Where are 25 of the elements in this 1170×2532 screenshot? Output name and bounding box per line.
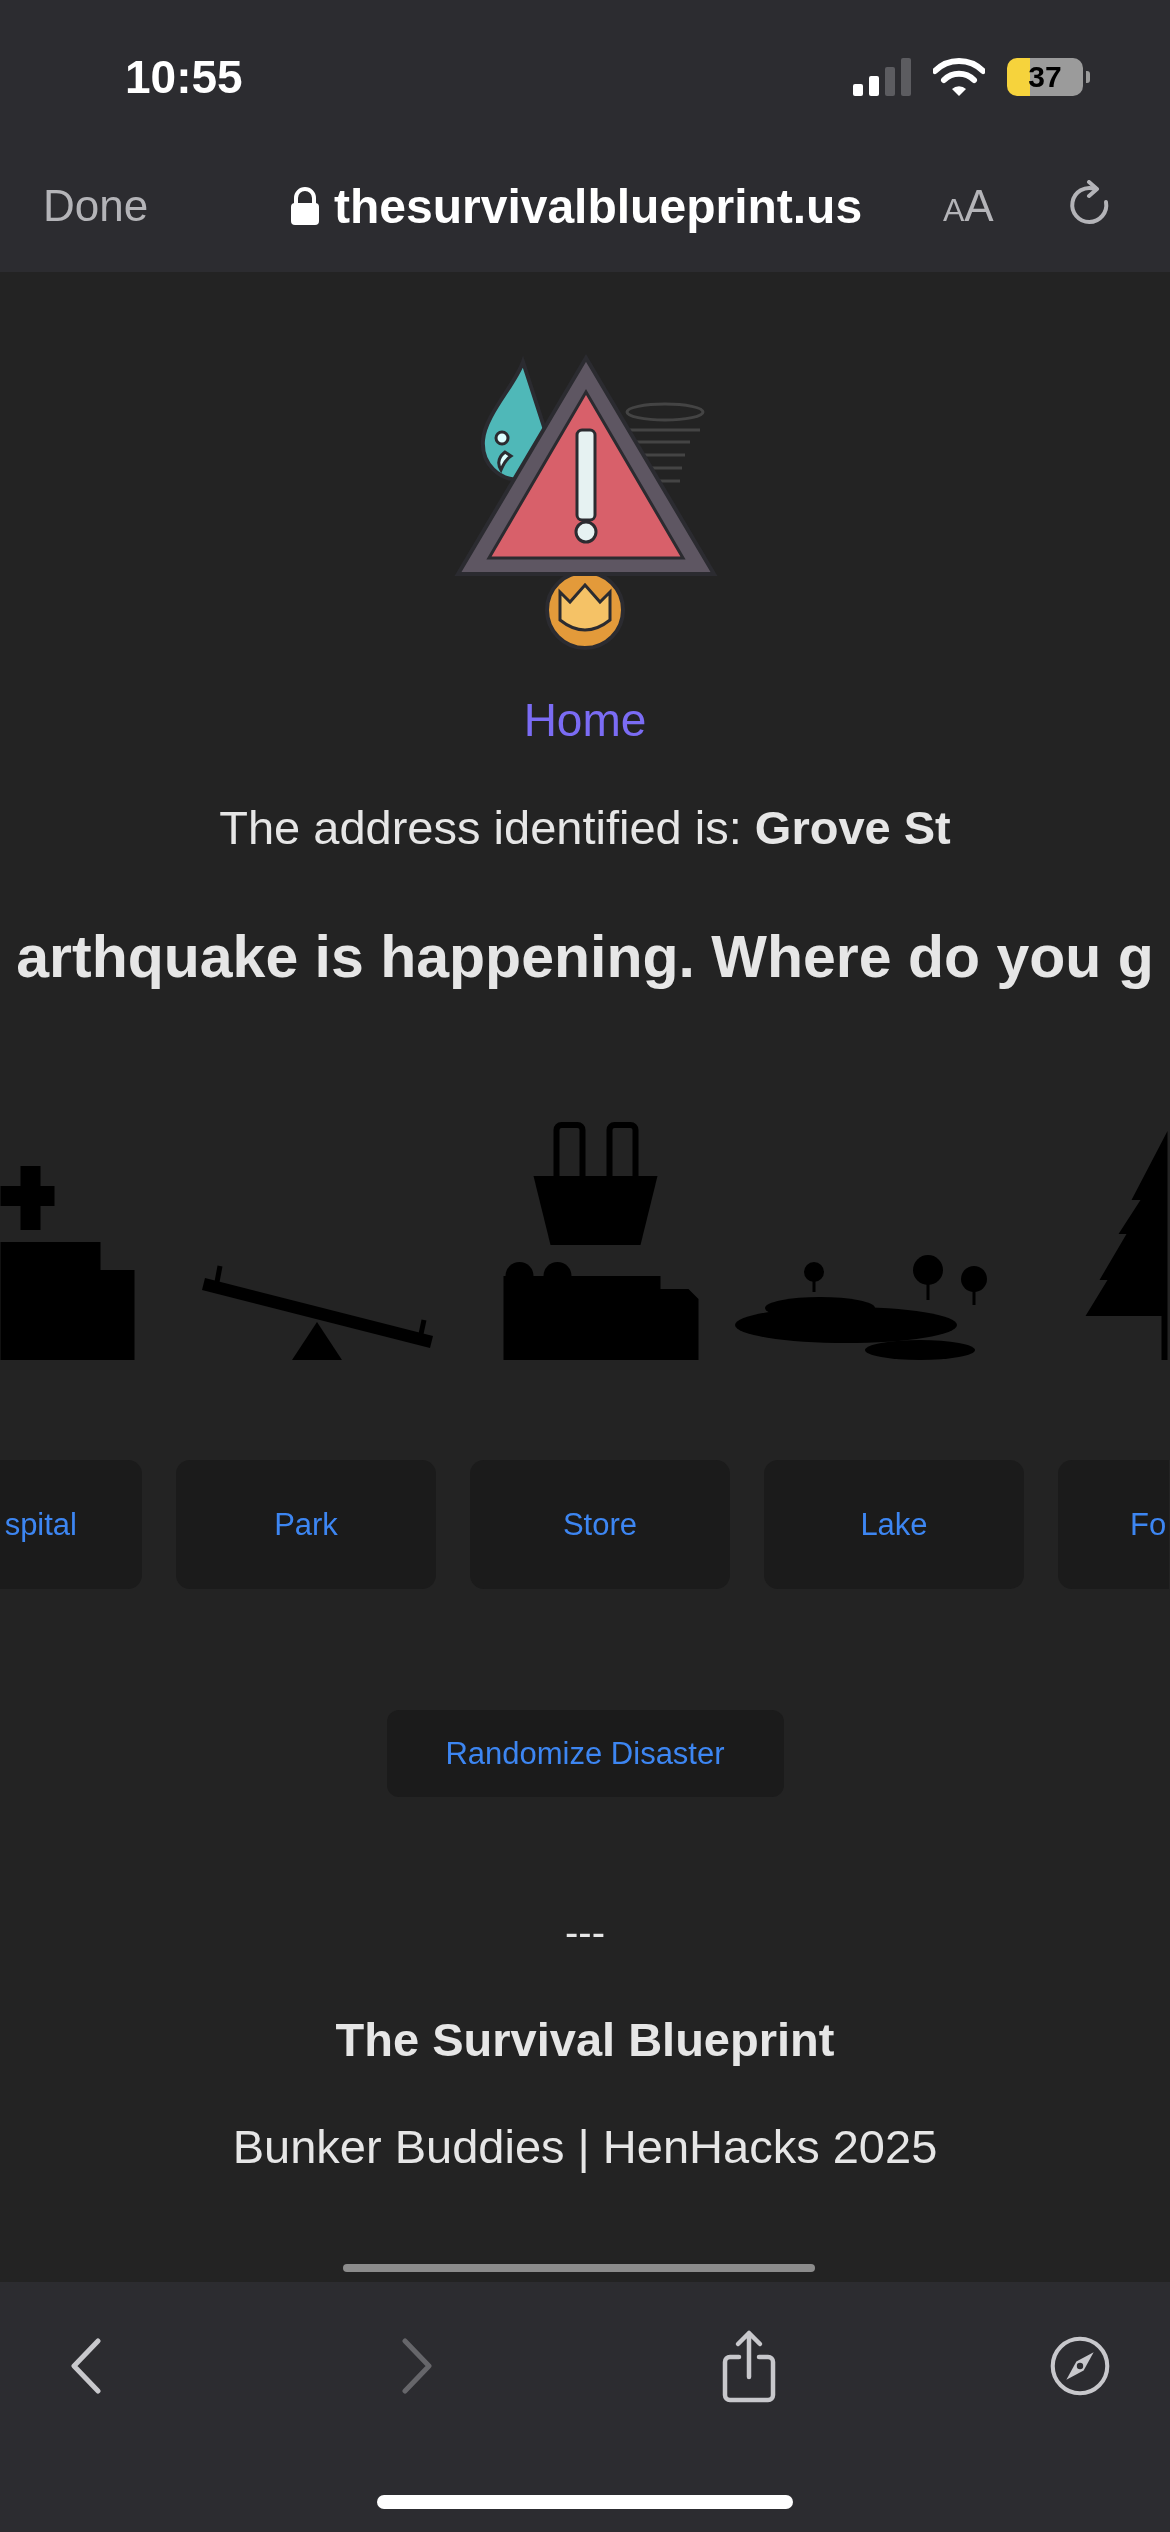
url-text[interactable]: thesurvivalblueprint.us xyxy=(334,178,863,234)
separator-text: --- xyxy=(565,1909,605,1956)
destination-button[interactable]: Fo xyxy=(1058,1460,1169,1589)
pine-tree-icon xyxy=(1085,1131,1168,1360)
seesaw-icon xyxy=(202,1265,433,1360)
question-heading: arthquake is happening. Where do you g xyxy=(16,923,1154,992)
done-button[interactable]: Done xyxy=(43,181,290,231)
footer-credits: Bunker Buddies | HenHacks 2025 xyxy=(232,2119,938,2175)
store-icon xyxy=(503,1122,699,1360)
home-link[interactable]: Home xyxy=(523,690,647,750)
wifi-icon xyxy=(933,58,985,96)
signal-icon xyxy=(853,58,911,96)
status-time: 10:55 xyxy=(125,50,243,104)
destination-button[interactable]: Lake xyxy=(764,1460,1024,1589)
lake-icon xyxy=(735,1255,987,1360)
back-button[interactable] xyxy=(70,2338,102,2394)
randomize-button[interactable]: Randomize Disaster xyxy=(386,1710,784,1797)
address-text: The address identified is: Grove St xyxy=(219,800,951,856)
footer-title: The Survival Blueprint xyxy=(335,2012,835,2068)
destination-button[interactable]: spital xyxy=(0,1460,142,1589)
lock-icon xyxy=(290,187,320,225)
text-size-button[interactable]: AA xyxy=(943,181,994,231)
hospital-icon xyxy=(0,1166,135,1360)
destination-button[interactable]: Park xyxy=(176,1460,436,1589)
destination-button[interactable]: Store xyxy=(470,1460,730,1589)
